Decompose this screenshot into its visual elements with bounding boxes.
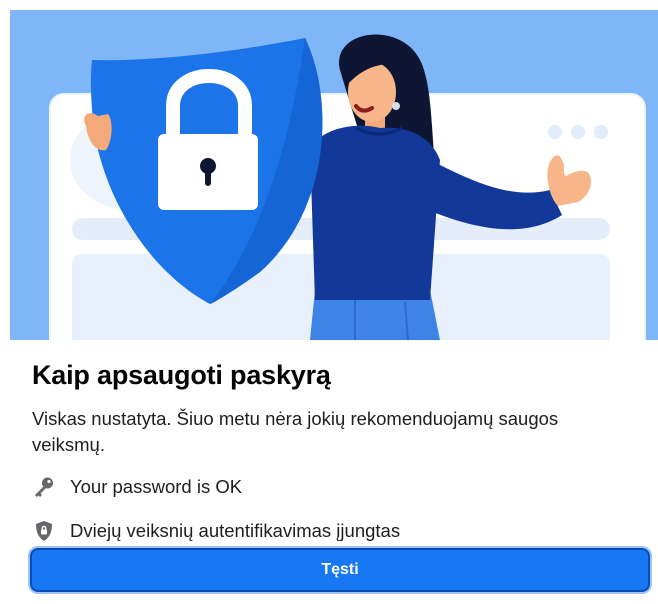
continue-button[interactable]: Tęsti — [30, 548, 650, 592]
key-icon — [32, 475, 56, 499]
status-item-label: Your password is OK — [70, 476, 243, 497]
status-item-two-factor: Dviejų veiksnių autentifikavimas įjungta… — [32, 518, 400, 544]
dialog-description: Viskas nustatyta. Šiuo metu nėra jokių r… — [32, 408, 559, 455]
status-item-label: Dviejų veiksnių autentifikavimas įjungta… — [70, 520, 401, 541]
hero-illustration — [10, 10, 658, 340]
shield-icon — [32, 519, 56, 543]
security-checkup-card: Kaip apsaugoti paskyrą Viskas nustatyta.… — [10, 10, 658, 604]
dialog-title: Kaip apsaugoti paskyrą — [32, 360, 331, 390]
status-item-password: Your password is OK — [32, 474, 242, 500]
